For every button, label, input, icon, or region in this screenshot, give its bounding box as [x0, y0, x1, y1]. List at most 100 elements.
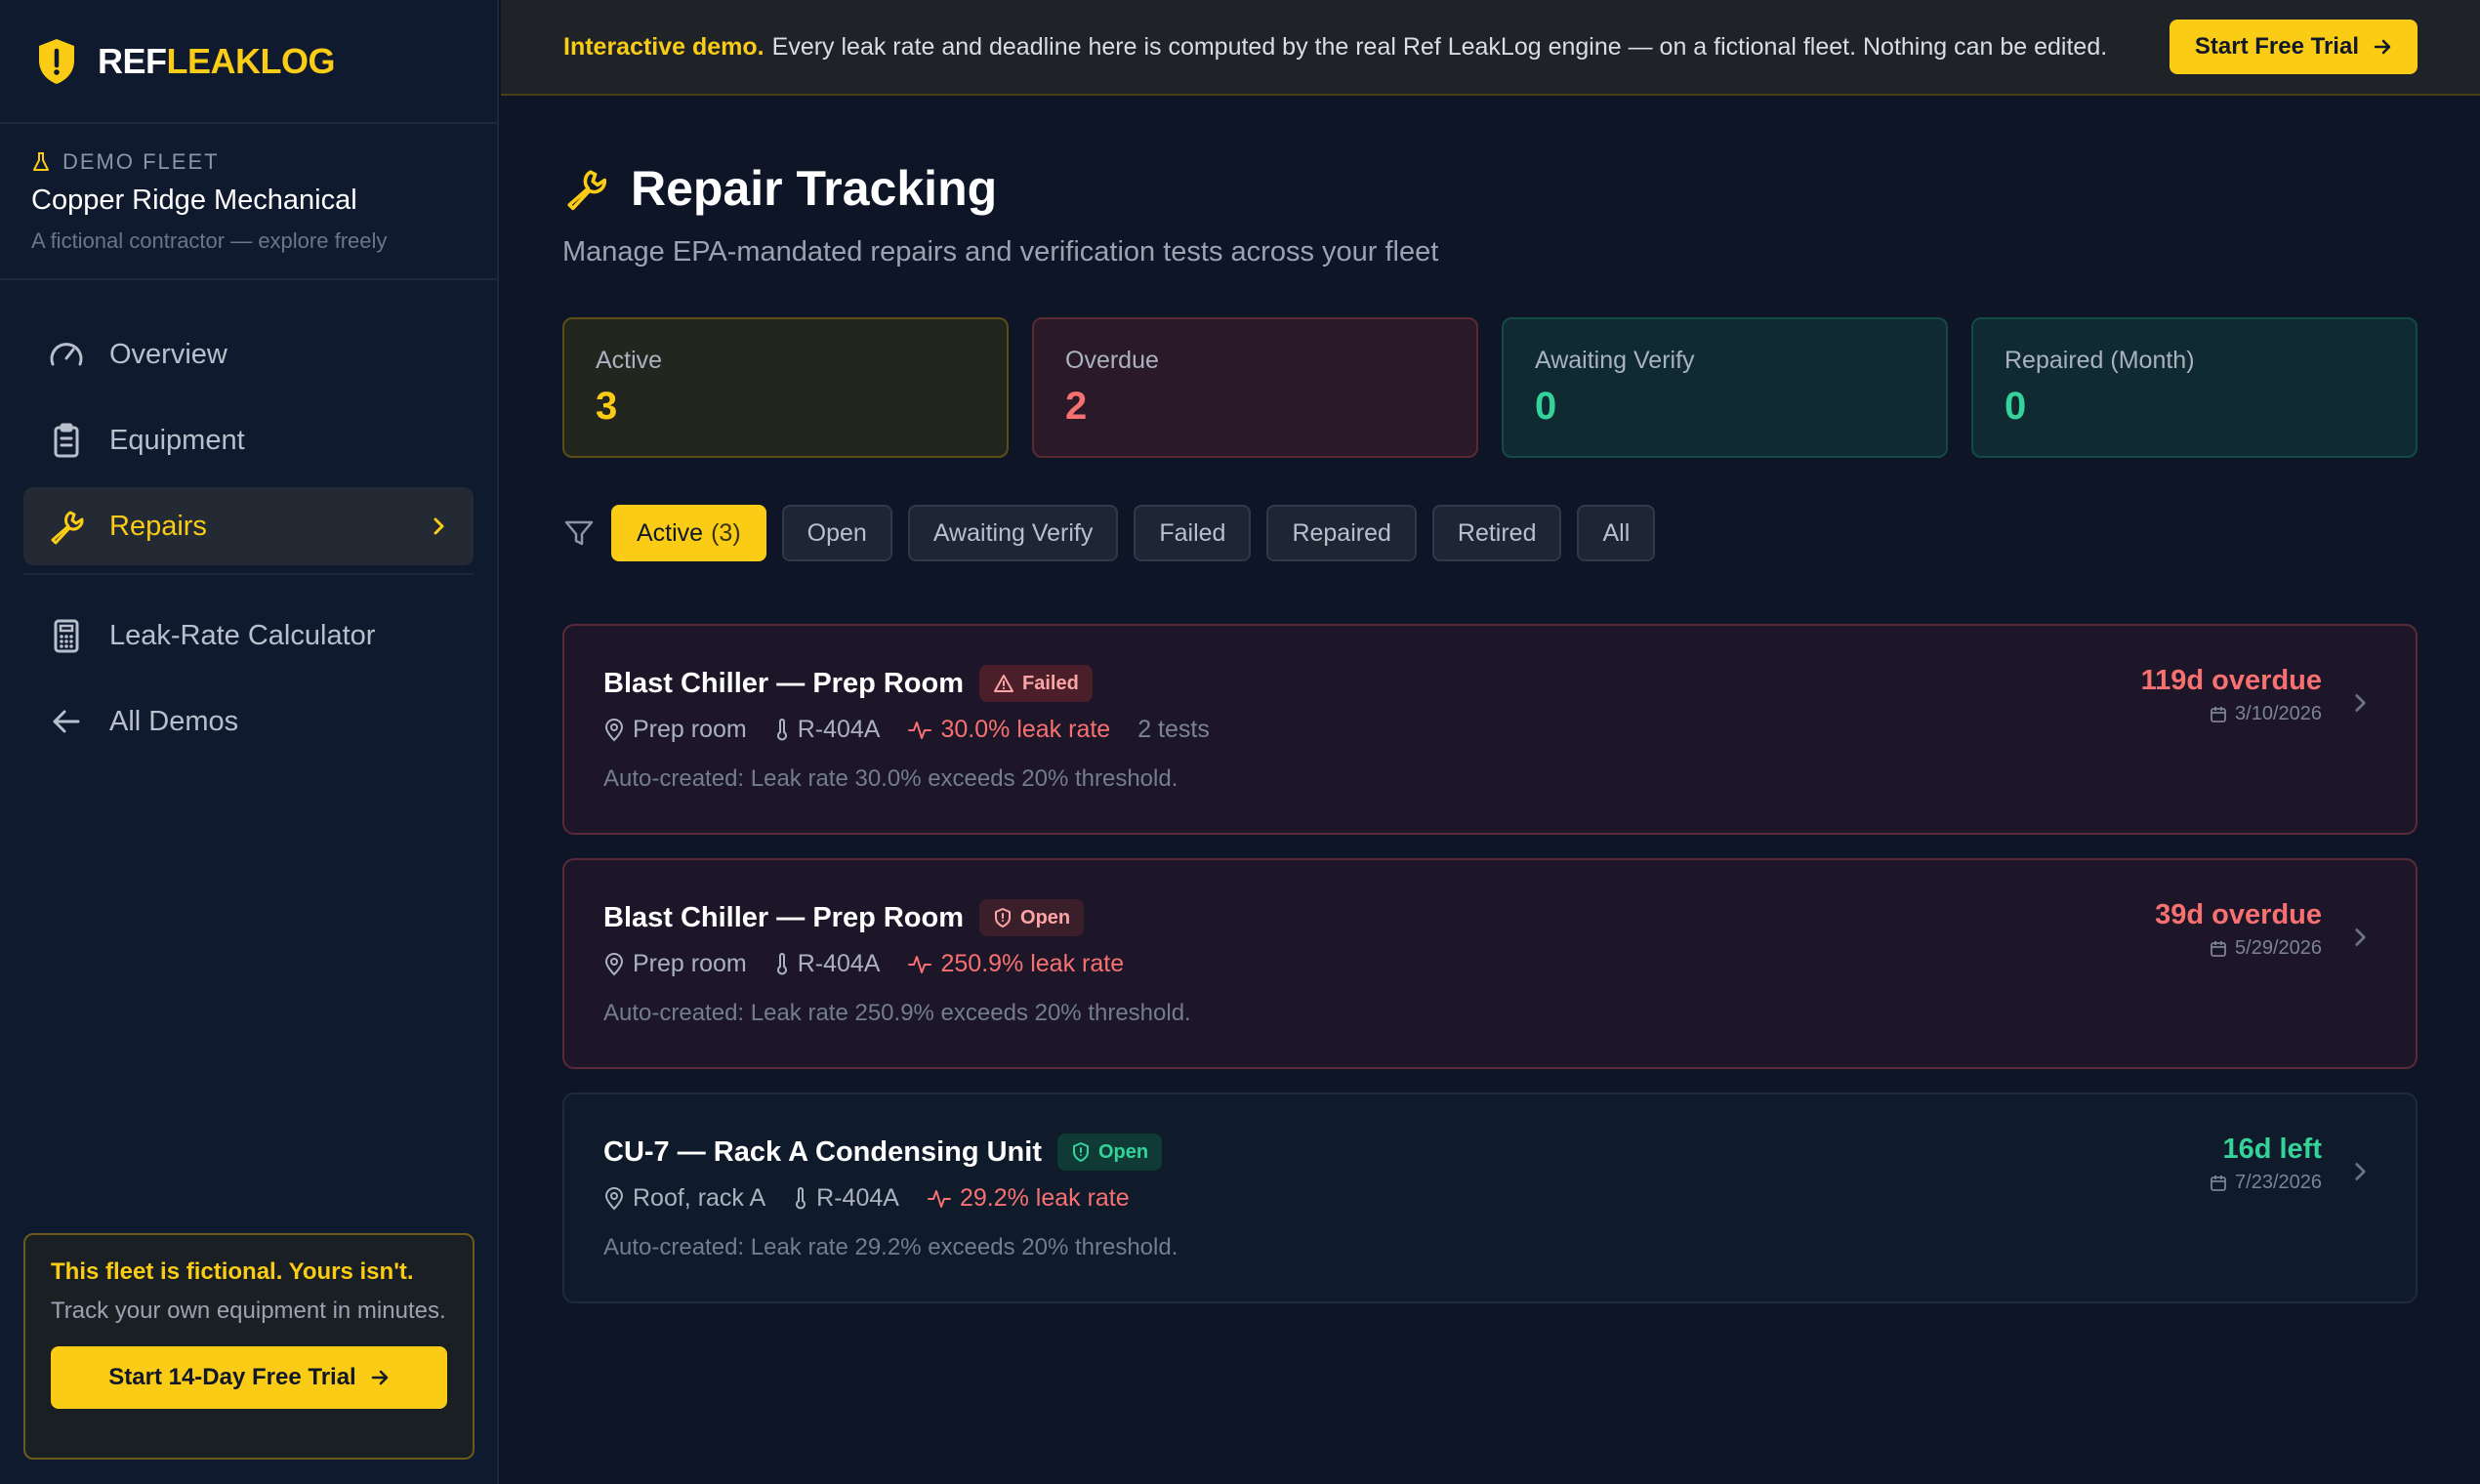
- sidebar: REFLEAKLOG DEMO FLEET Copper Ridge Mecha…: [0, 0, 499, 1484]
- shield-alert-icon: [35, 37, 78, 86]
- gauge-icon: [47, 335, 86, 374]
- repair-deadline-status: 119d overdue: [2140, 665, 2322, 696]
- stat-label: Active: [596, 347, 663, 374]
- nav-divider: [23, 573, 474, 575]
- repair-card[interactable]: CU-7 — Rack A Condensing Unit Open Roof,…: [562, 1092, 2418, 1303]
- chevron-right-icon: [427, 515, 450, 538]
- stats-row: Active 3 Overdue 2 Awaiting Verify 0 Rep…: [562, 317, 2418, 458]
- status-badge: Open: [979, 899, 1085, 936]
- arrow-left-icon: [47, 702, 86, 741]
- nav-item-overview[interactable]: Overview: [23, 315, 474, 393]
- stat-card-repaired-month: Repaired (Month) 0: [1971, 317, 2418, 458]
- main-content: Repair Tracking Manage EPA-mandated repa…: [562, 96, 2418, 1327]
- badge-label: Open: [1098, 1140, 1149, 1163]
- wrench-icon: [47, 507, 86, 546]
- filter-failed[interactable]: Failed: [1134, 505, 1252, 561]
- wrench-icon: [562, 165, 609, 212]
- filter-count: (3): [711, 518, 741, 547]
- map-pin-icon: [603, 952, 625, 976]
- start-trial-button[interactable]: Start 14-Day Free Trial: [51, 1346, 447, 1409]
- repair-deadline-status: 16d left: [2222, 1134, 2322, 1165]
- stat-value: 0: [1535, 385, 1557, 428]
- brand[interactable]: REFLEAKLOG: [0, 0, 497, 124]
- activity-icon: [907, 719, 932, 742]
- filter-active[interactable]: Active (3): [611, 505, 766, 561]
- nav-item-repairs[interactable]: Repairs: [23, 487, 474, 565]
- chevron-right-icon: [2347, 1159, 2373, 1184]
- brand-name: REFLEAKLOG: [98, 40, 335, 81]
- arrow-right-icon: [370, 1368, 390, 1387]
- fleet-tag: DEMO FLEET: [62, 149, 220, 174]
- activity-icon: [927, 1187, 952, 1211]
- repair-refrigerant: R-404A: [816, 1184, 899, 1212]
- button-label: Start 14-Day Free Trial: [108, 1364, 356, 1390]
- banner-message: Every leak rate and deadline here is com…: [771, 32, 2108, 61]
- repair-title: Blast Chiller — Prep Room: [603, 901, 965, 933]
- chevron-right-icon: [2347, 690, 2373, 716]
- filter-bar: Active (3) Open Awaiting Verify Failed Re…: [562, 505, 2418, 561]
- badge-label: Open: [1020, 906, 1071, 928]
- map-pin-icon: [603, 1186, 625, 1211]
- stat-card-overdue: Overdue 2: [1032, 317, 1478, 458]
- repair-due-date: 7/23/2026: [2235, 1172, 2322, 1193]
- stat-value: 3: [596, 385, 618, 428]
- flask-icon: [31, 151, 51, 173]
- stat-value: 2: [1065, 385, 1088, 428]
- repair-list: Blast Chiller — Prep Room Failed Prep ro…: [562, 624, 2418, 1303]
- repair-refrigerant: R-404A: [797, 716, 881, 743]
- shield-icon: [993, 907, 1013, 928]
- repair-card[interactable]: Blast Chiller — Prep Room Failed Prep ro…: [562, 624, 2418, 835]
- clipboard-icon: [47, 421, 86, 460]
- repair-title: CU-7 — Rack A Condensing Unit: [603, 1135, 1042, 1168]
- shield-icon: [1071, 1141, 1091, 1163]
- filter-icon: [562, 516, 596, 550]
- repair-test-count: 2 tests: [1137, 716, 1210, 743]
- repair-card[interactable]: Blast Chiller — Prep Room Open Prep room: [562, 858, 2418, 1069]
- banner-text: Interactive demo. Every leak rate and dea…: [563, 33, 2107, 62]
- page-title: Repair Tracking: [631, 161, 998, 216]
- promo-title: This fleet is fictional. Yours isn't.: [51, 1258, 414, 1285]
- filter-awaiting-verify[interactable]: Awaiting Verify: [907, 505, 1119, 561]
- start-free-trial-button[interactable]: Start Free Trial: [2169, 20, 2418, 74]
- nav-item-all-demos[interactable]: All Demos: [23, 682, 474, 761]
- map-pin-icon: [603, 718, 625, 742]
- repair-location: Prep room: [633, 950, 747, 977]
- fleet-name: Copper Ridge Mechanical: [31, 185, 357, 216]
- filter-retired[interactable]: Retired: [1431, 505, 1562, 561]
- status-badge: Failed: [979, 665, 1093, 702]
- nav-label: Repairs: [109, 510, 207, 542]
- main-nav: Overview Equipment Repairs Leak-Rate Cal…: [0, 280, 497, 761]
- calendar-icon: [2210, 1175, 2227, 1192]
- nav-item-equipment[interactable]: Equipment: [23, 401, 474, 479]
- fleet-info: DEMO FLEET Copper Ridge Mechanical A fic…: [0, 124, 497, 280]
- repair-due-date: 3/10/2026: [2235, 703, 2322, 724]
- repair-refrigerant: R-404A: [797, 950, 881, 977]
- repair-leak-rate: 250.9% leak rate: [940, 950, 1125, 977]
- repair-location: Prep room: [633, 716, 747, 743]
- filter-repaired[interactable]: Repaired: [1266, 505, 1417, 561]
- stat-card-active: Active 3: [562, 317, 1009, 458]
- arrow-right-icon: [2373, 37, 2392, 57]
- repair-location: Roof, rack A: [633, 1184, 766, 1212]
- nav-label: Equipment: [109, 424, 245, 456]
- repair-title: Blast Chiller — Prep Room: [603, 667, 965, 699]
- chevron-right-icon: [2347, 925, 2373, 950]
- filter-label: Active: [637, 518, 704, 547]
- repair-due-date: 5/29/2026: [2235, 937, 2322, 959]
- nav-label: All Demos: [109, 705, 239, 737]
- filter-open[interactable]: Open: [781, 505, 892, 561]
- stat-label: Repaired (Month): [2005, 347, 2195, 374]
- thermometer-icon: [774, 952, 790, 976]
- warning-icon: [993, 673, 1014, 694]
- filter-all[interactable]: All: [1577, 505, 1656, 561]
- page-subtitle: Manage EPA-mandated repairs and verifica…: [562, 236, 1439, 268]
- thermometer-icon: [793, 1186, 808, 1211]
- repair-note: Auto-created: Leak rate 250.9% exceeds 2…: [603, 1000, 1191, 1026]
- repair-deadline-status: 39d overdue: [2155, 899, 2322, 930]
- status-badge: Open: [1057, 1134, 1163, 1171]
- calculator-icon: [47, 616, 86, 655]
- stat-label: Awaiting Verify: [1535, 347, 1695, 374]
- nav-item-calculator[interactable]: Leak-Rate Calculator: [23, 597, 474, 675]
- demo-banner: Interactive demo. Every leak rate and dea…: [501, 0, 2480, 96]
- repair-leak-rate: 30.0% leak rate: [940, 716, 1111, 743]
